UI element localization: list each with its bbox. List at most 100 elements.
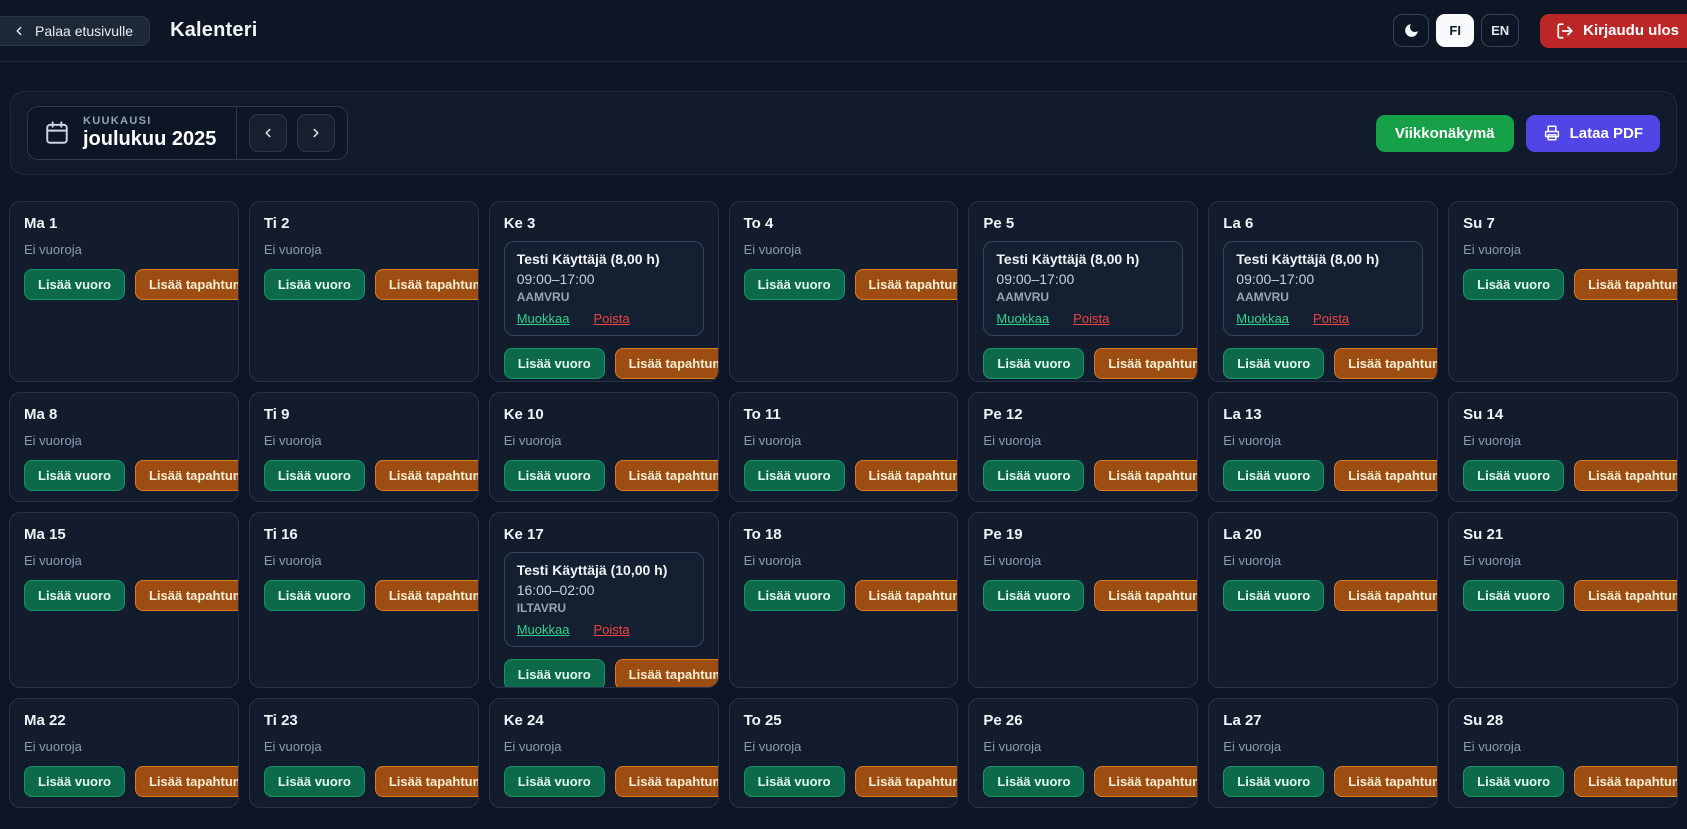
day-actions: Lisää vuoro Lisää tapahtuma	[504, 460, 704, 491]
day-actions: Lisää vuoro Lisää tapahtuma	[264, 580, 464, 611]
language-fi-button[interactable]: FI	[1436, 14, 1474, 47]
day-actions: Lisää vuoro Lisää tapahtuma	[1223, 580, 1423, 611]
add-shift-button[interactable]: Lisää vuoro	[504, 348, 605, 379]
delete-shift-link[interactable]: Poista	[1073, 311, 1109, 326]
add-shift-button[interactable]: Lisää vuoro	[1463, 269, 1564, 300]
add-shift-button[interactable]: Lisää vuoro	[1223, 348, 1324, 379]
add-event-button[interactable]: Lisää tapahtuma	[1574, 580, 1678, 611]
download-pdf-button[interactable]: Lataa PDF	[1526, 115, 1660, 152]
edit-shift-link[interactable]: Muokkaa	[517, 311, 570, 326]
day-body: Ei vuoroja	[983, 729, 1183, 754]
add-shift-button[interactable]: Lisää vuoro	[983, 766, 1084, 797]
add-shift-button[interactable]: Lisää vuoro	[264, 580, 365, 611]
add-event-button[interactable]: Lisää tapahtuma	[855, 269, 959, 300]
add-event-button[interactable]: Lisää tapahtuma	[375, 580, 479, 611]
add-event-button[interactable]: Lisää tapahtuma	[135, 580, 239, 611]
add-event-button[interactable]: Lisää tapahtuma	[1334, 460, 1438, 491]
add-shift-button[interactable]: Lisää vuoro	[1223, 766, 1324, 797]
add-event-button[interactable]: Lisää tapahtuma	[1574, 766, 1678, 797]
next-month-button[interactable]	[297, 114, 335, 152]
delete-shift-link[interactable]: Poista	[593, 622, 629, 637]
add-shift-button[interactable]: Lisää vuoro	[24, 269, 125, 300]
top-header: Palaa etusivulle Kalenteri FI EN Kirjaud…	[0, 0, 1687, 62]
day-cell: Ti 16 Ei vuoroja Lisää vuoro Lisää tapah…	[249, 512, 479, 688]
add-shift-button[interactable]: Lisää vuoro	[24, 580, 125, 611]
add-shift-button[interactable]: Lisää vuoro	[504, 460, 605, 491]
add-shift-button[interactable]: Lisää vuoro	[1223, 460, 1324, 491]
add-event-button[interactable]: Lisää tapahtuma	[1574, 460, 1678, 491]
add-event-button[interactable]: Lisää tapahtuma	[135, 460, 239, 491]
day-body: Ei vuoroja	[1223, 543, 1423, 568]
add-event-button[interactable]: Lisää tapahtuma	[135, 269, 239, 300]
add-shift-button[interactable]: Lisää vuoro	[744, 269, 845, 300]
language-en-button[interactable]: EN	[1481, 14, 1519, 47]
no-shifts-label: Ei vuoroja	[1463, 553, 1663, 568]
logout-button[interactable]: Kirjaudu ulos	[1540, 14, 1687, 48]
previous-month-button[interactable]	[249, 114, 287, 152]
add-event-button[interactable]: Lisää tapahtuma	[1094, 766, 1198, 797]
add-shift-button[interactable]: Lisää vuoro	[744, 460, 845, 491]
add-shift-button[interactable]: Lisää vuoro	[264, 460, 365, 491]
day-cell: La 6 Testi Käyttäjä (8,00 h) 09:00–17:00…	[1208, 201, 1438, 382]
delete-shift-link[interactable]: Poista	[593, 311, 629, 326]
day-actions: Lisää vuoro Lisää tapahtuma	[1463, 460, 1663, 491]
edit-shift-link[interactable]: Muokkaa	[517, 622, 570, 637]
add-event-button[interactable]: Lisää tapahtuma	[1334, 766, 1438, 797]
add-event-button[interactable]: Lisää tapahtuma	[615, 766, 719, 797]
add-shift-button[interactable]: Lisää vuoro	[983, 348, 1084, 379]
day-label: Su 21	[1463, 526, 1663, 543]
add-event-button[interactable]: Lisää tapahtuma	[615, 460, 719, 491]
day-actions: Lisää vuoro Lisää tapahtuma	[24, 460, 224, 491]
shift-title: Testi Käyttäjä (8,00 h)	[517, 250, 691, 270]
edit-shift-link[interactable]: Muokkaa	[1236, 311, 1289, 326]
add-event-button[interactable]: Lisää tapahtuma	[615, 659, 719, 688]
day-actions: Lisää vuoro Lisää tapahtuma	[264, 766, 464, 797]
no-shifts-label: Ei vuoroja	[24, 553, 224, 568]
add-shift-button[interactable]: Lisää vuoro	[264, 269, 365, 300]
add-shift-button[interactable]: Lisää vuoro	[1223, 580, 1324, 611]
add-shift-button[interactable]: Lisää vuoro	[744, 766, 845, 797]
add-shift-button[interactable]: Lisää vuoro	[504, 659, 605, 688]
add-shift-button[interactable]: Lisää vuoro	[1463, 460, 1564, 491]
add-event-button[interactable]: Lisää tapahtuma	[1334, 580, 1438, 611]
add-event-button[interactable]: Lisää tapahtuma	[375, 460, 479, 491]
add-shift-button[interactable]: Lisää vuoro	[24, 460, 125, 491]
day-body: Ei vuoroja	[744, 729, 944, 754]
back-to-home-button[interactable]: Palaa etusivulle	[0, 16, 150, 46]
add-shift-button[interactable]: Lisää vuoro	[264, 766, 365, 797]
add-shift-button[interactable]: Lisää vuoro	[744, 580, 845, 611]
add-event-button[interactable]: Lisää tapahtuma	[375, 766, 479, 797]
add-shift-button[interactable]: Lisää vuoro	[1463, 766, 1564, 797]
no-shifts-label: Ei vuoroja	[504, 433, 704, 448]
add-event-button[interactable]: Lisää tapahtuma	[855, 766, 959, 797]
day-body: Ei vuoroja	[1463, 543, 1663, 568]
add-event-button[interactable]: Lisää tapahtuma	[375, 269, 479, 300]
app-window: Palaa etusivulle Kalenteri FI EN Kirjaud…	[0, 0, 1687, 829]
add-event-button[interactable]: Lisää tapahtuma	[135, 766, 239, 797]
period-text: KUUKAUSI joulukuu 2025	[83, 115, 216, 151]
period-selector: KUUKAUSI joulukuu 2025	[27, 106, 348, 160]
add-event-button[interactable]: Lisää tapahtuma	[1094, 460, 1198, 491]
add-event-button[interactable]: Lisää tapahtuma	[855, 460, 959, 491]
week-view-button[interactable]: Viikkonäkymä	[1376, 115, 1514, 152]
add-shift-button[interactable]: Lisää vuoro	[1463, 580, 1564, 611]
add-shift-button[interactable]: Lisää vuoro	[24, 766, 125, 797]
day-cell: Ke 17 Testi Käyttäjä (10,00 h) 16:00–02:…	[489, 512, 719, 688]
add-shift-button[interactable]: Lisää vuoro	[983, 460, 1084, 491]
add-event-button[interactable]: Lisää tapahtuma	[1094, 348, 1198, 379]
add-event-button[interactable]: Lisää tapahtuma	[1094, 580, 1198, 611]
add-shift-button[interactable]: Lisää vuoro	[983, 580, 1084, 611]
delete-shift-link[interactable]: Poista	[1313, 311, 1349, 326]
edit-shift-link[interactable]: Muokkaa	[996, 311, 1049, 326]
day-label: To 11	[744, 406, 944, 423]
add-event-button[interactable]: Lisää tapahtuma	[855, 580, 959, 611]
no-shifts-label: Ei vuoroja	[1463, 242, 1663, 257]
add-shift-button[interactable]: Lisää vuoro	[504, 766, 605, 797]
toolbar-section: KUUKAUSI joulukuu 2025	[10, 91, 1677, 175]
add-event-button[interactable]: Lisää tapahtuma	[1334, 348, 1438, 379]
add-event-button[interactable]: Lisää tapahtuma	[1574, 269, 1678, 300]
no-shifts-label: Ei vuoroja	[24, 433, 224, 448]
add-event-button[interactable]: Lisää tapahtuma	[615, 348, 719, 379]
calendar-icon	[44, 120, 70, 146]
dark-mode-toggle-button[interactable]	[1393, 14, 1429, 47]
